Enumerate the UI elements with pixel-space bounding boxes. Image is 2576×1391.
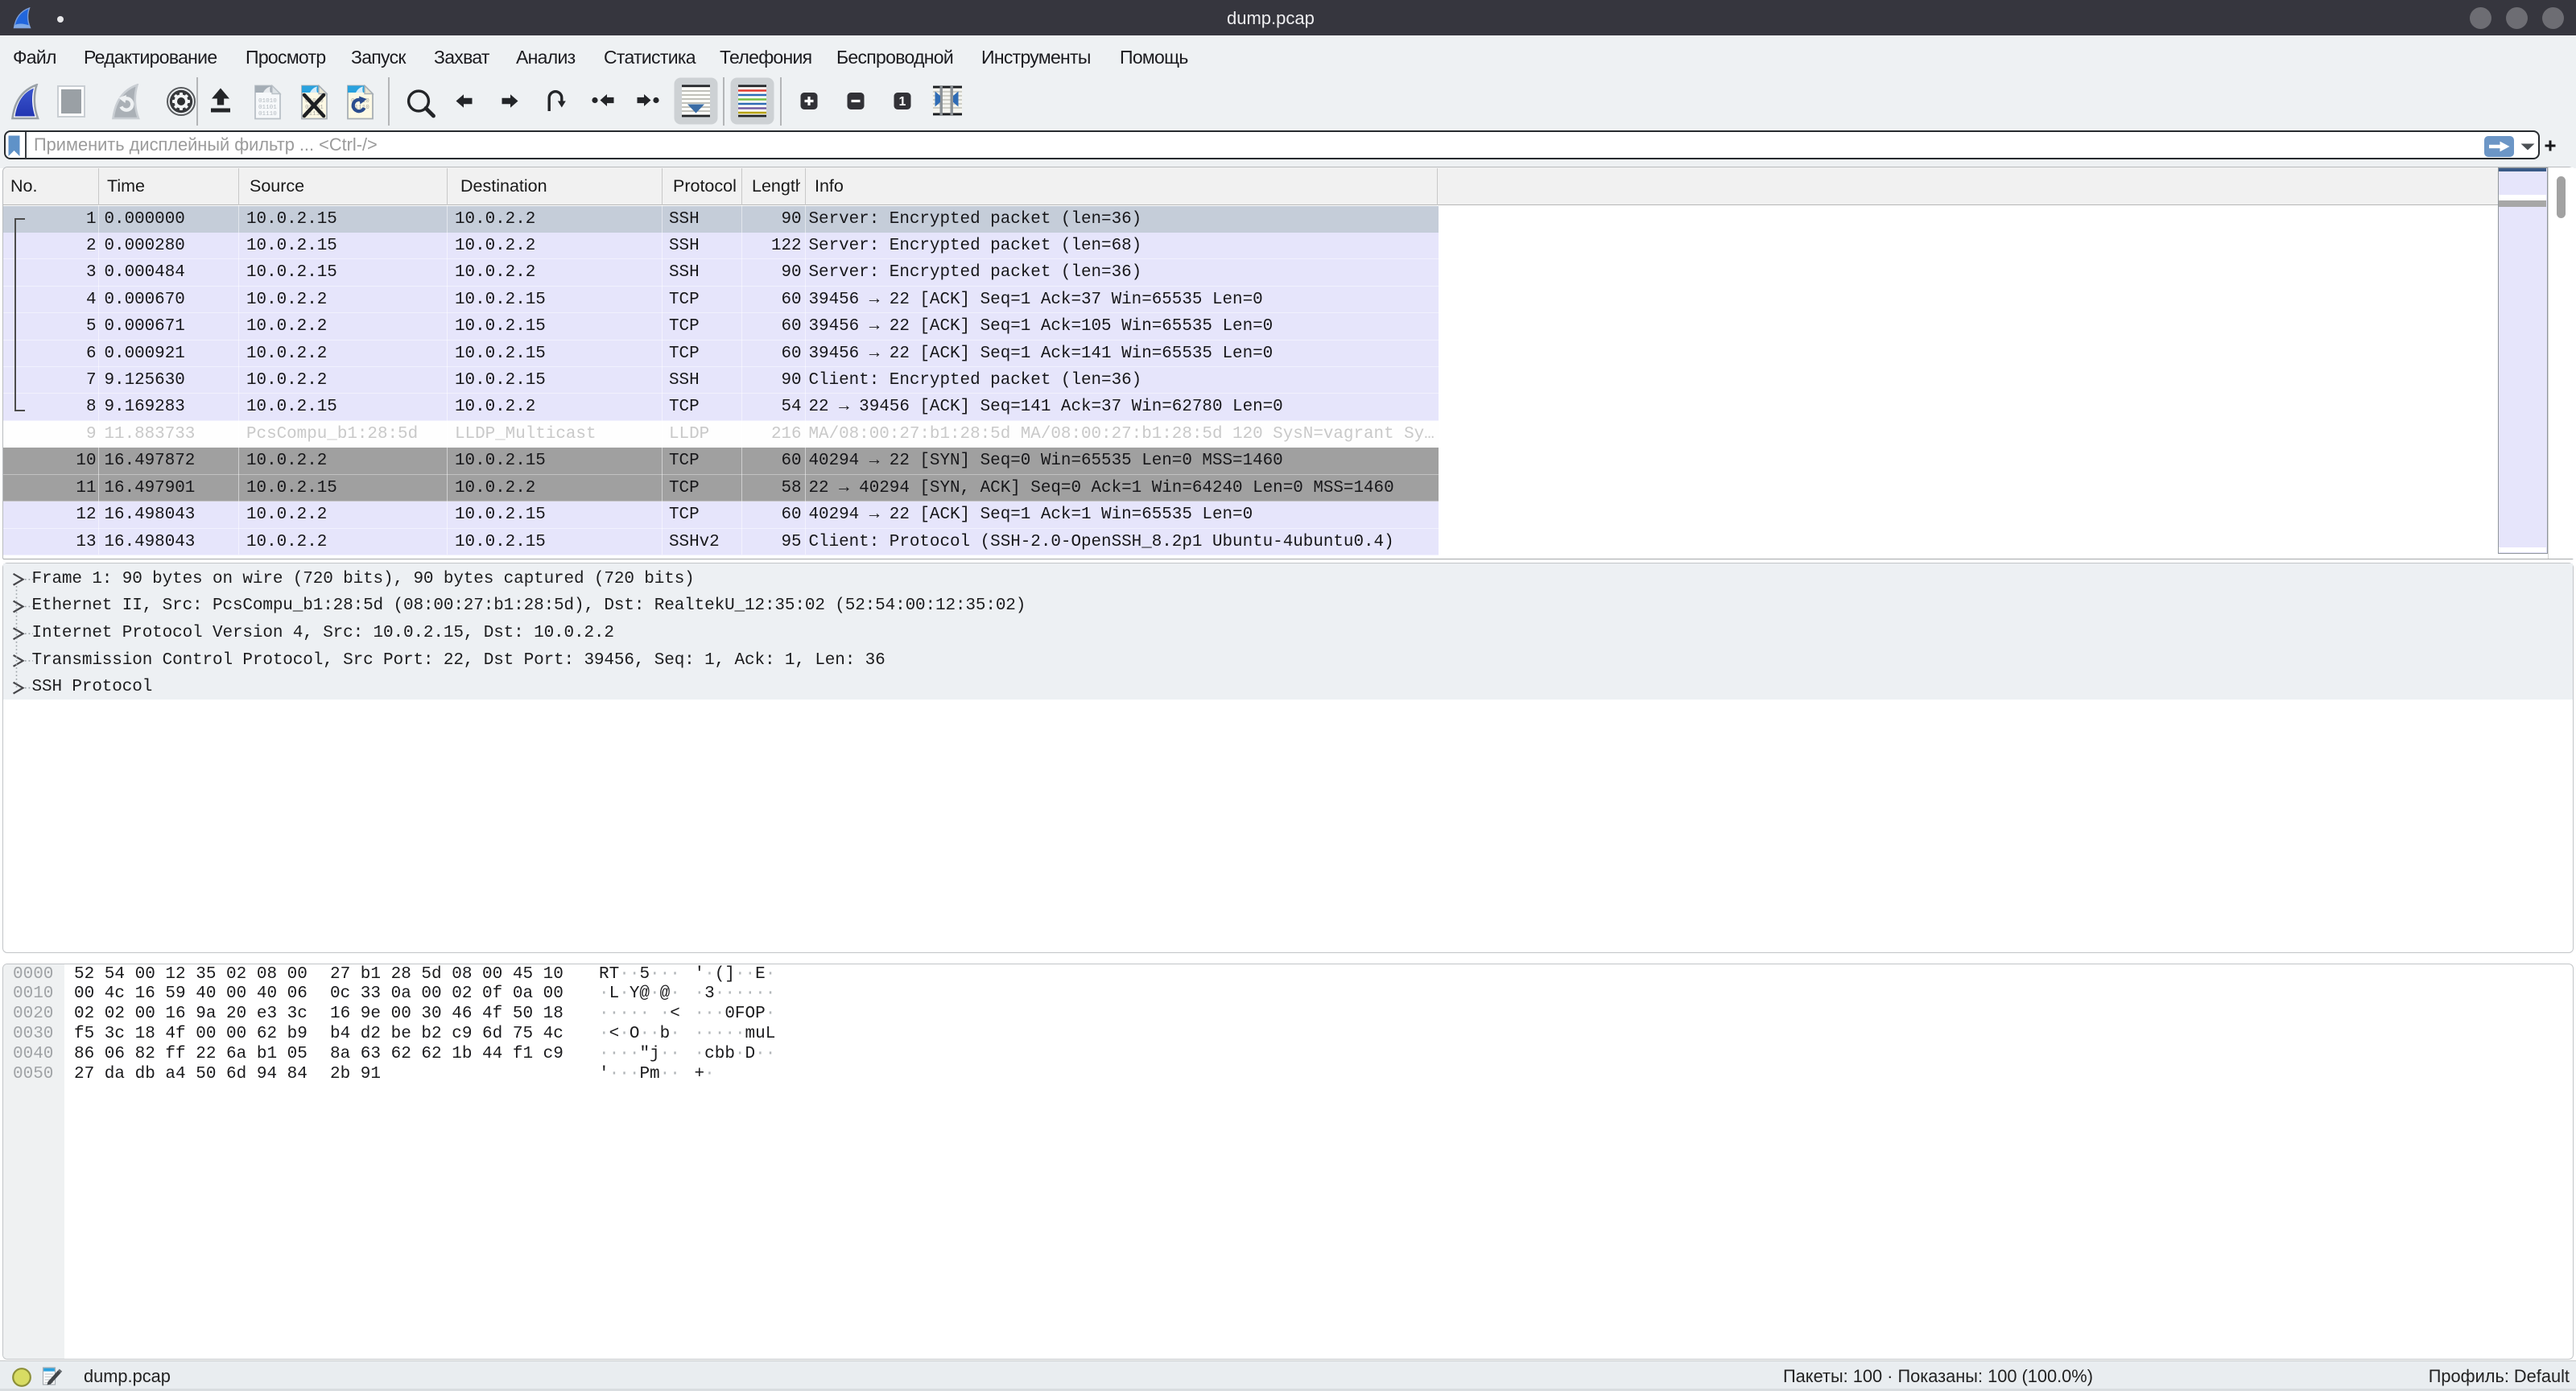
svg-text:1: 1 [899,95,906,109]
svg-text:01101: 01101 [258,105,277,111]
svg-text:01010: 01010 [258,98,277,105]
svg-text:01110: 01110 [258,111,277,118]
